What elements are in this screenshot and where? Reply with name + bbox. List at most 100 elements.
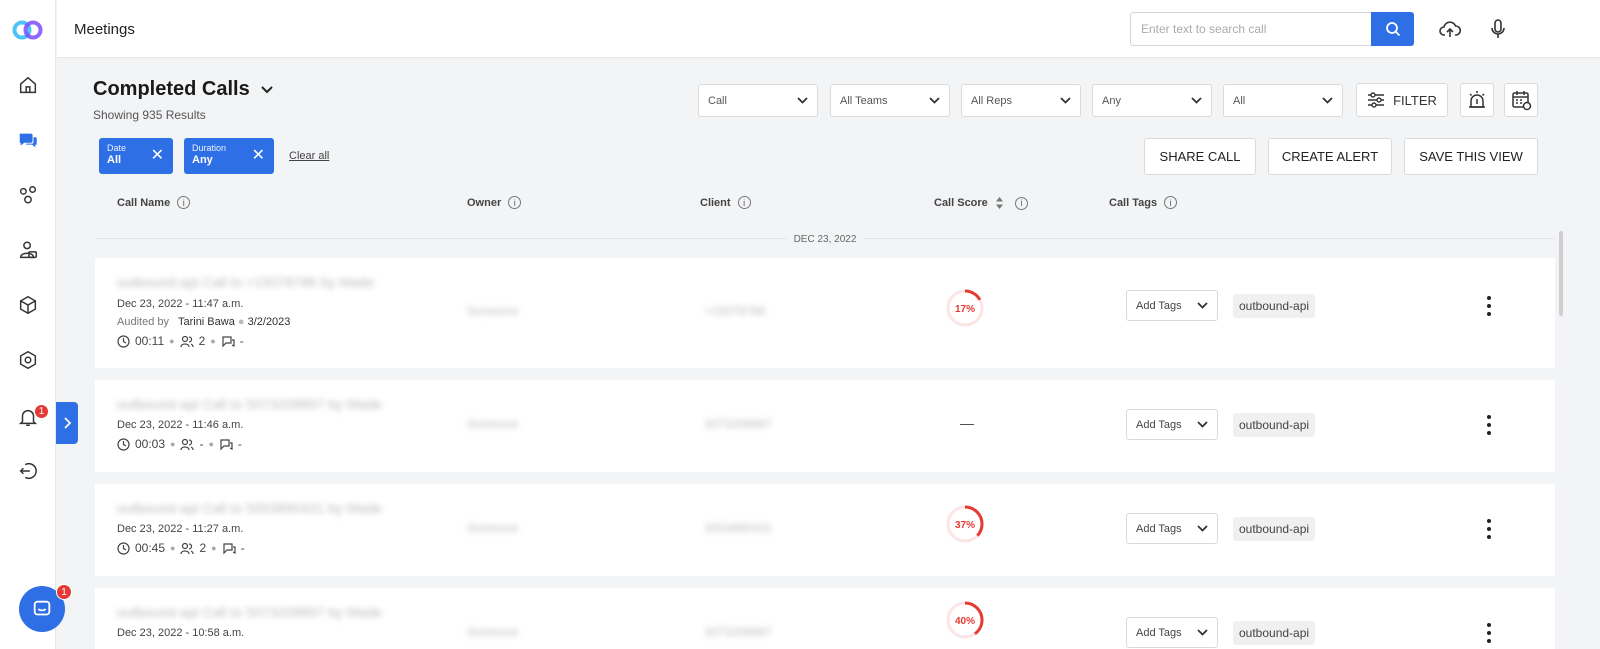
reps-dropdown[interactable]: All Reps (961, 84, 1081, 117)
chevron-down-icon (1197, 302, 1208, 309)
chevron-down-icon (1060, 97, 1071, 104)
clock-icon (117, 334, 130, 348)
info-icon[interactable]: i (177, 196, 191, 209)
info-icon[interactable]: i (1014, 196, 1028, 210)
audit-info: Audited by Tarini Bawa ● 3/2/2023 (117, 316, 291, 328)
page-title: Meetings (74, 21, 135, 38)
chevron-down-icon (260, 86, 273, 94)
logout-icon[interactable] (16, 459, 40, 483)
call-tag: outbound-api (1233, 413, 1316, 437)
chevron-down-icon (1197, 525, 1208, 532)
client-number: 5073208897 (705, 417, 772, 431)
users-icon[interactable] (16, 238, 40, 262)
duration-filter-chip[interactable]: Duration Any ✕ (184, 138, 274, 174)
column-owner: Owner i (467, 196, 522, 209)
meetings-chat-icon[interactable] (16, 128, 40, 152)
results-count: Showing 935 Results (93, 108, 206, 122)
comment-icon (220, 438, 233, 450)
call-name[interactable]: outbound-api Call to 5053890431 by Made (117, 500, 382, 516)
clear-all-link[interactable]: Clear all (289, 150, 329, 162)
call-tag: outbound-api (1233, 294, 1316, 318)
participants-icon (180, 438, 195, 450)
call-score-ring: 37% (946, 505, 984, 543)
call-type-dropdown[interactable]: Call (698, 84, 818, 117)
call-tag: outbound-api (1233, 517, 1316, 541)
svg-text:40%: 40% (955, 616, 975, 627)
call-date: Dec 23, 2022 - 11:47 a.m. (117, 298, 244, 310)
client-number: 5053890431 (705, 521, 772, 535)
table-row[interactable]: outbound-api Call to 5073208897 by Made … (95, 380, 1555, 472)
teams-dropdown[interactable]: All Teams (830, 84, 950, 117)
info-icon[interactable]: i (508, 196, 522, 209)
call-name[interactable]: outbound-api Call to +15078786 by Made (117, 274, 374, 290)
view-selector[interactable]: Completed Calls (93, 78, 274, 101)
chat-badge: 1 (56, 584, 72, 600)
more-options-icon[interactable] (1483, 415, 1495, 435)
date-group-label: DEC 23, 2022 (95, 234, 1555, 245)
info-icon[interactable]: i (737, 196, 751, 209)
add-tags-dropdown[interactable]: Add Tags (1126, 409, 1218, 440)
call-score-empty: — (960, 415, 974, 431)
date-filter-chip[interactable]: Date All ✕ (99, 138, 173, 174)
table-row[interactable]: outbound-api Call to +15078786 by Made D… (95, 258, 1555, 368)
home-icon[interactable] (16, 73, 40, 97)
save-view-button[interactable]: SAVE THIS VIEW (1404, 138, 1538, 175)
call-name[interactable]: outbound-api Call to 5073208897 by Made (117, 396, 382, 412)
add-tags-dropdown[interactable]: Add Tags (1126, 513, 1218, 544)
call-tag: outbound-api (1233, 621, 1316, 645)
owner-name: Someone (467, 417, 519, 431)
network-icon[interactable] (16, 183, 40, 207)
column-call-score[interactable]: Call Score i (934, 196, 1028, 210)
call-score-ring: 40% (946, 601, 984, 639)
table-row[interactable]: outbound-api Call to 5053890431 by Made … (95, 484, 1555, 576)
chevron-down-icon (1191, 97, 1202, 104)
chevron-down-icon (1197, 629, 1208, 636)
more-options-icon[interactable] (1483, 296, 1495, 316)
chevron-down-icon (797, 97, 808, 104)
column-call-tags: Call Tags i (1109, 196, 1178, 209)
call-name[interactable]: outbound-api Call to 5073208897 by Made (117, 604, 382, 620)
cube-icon[interactable] (16, 293, 40, 317)
sidebar-expand-button[interactable] (56, 402, 78, 444)
chevron-down-icon (1197, 421, 1208, 428)
microphone-icon[interactable] (1486, 17, 1510, 41)
participants-icon (180, 542, 195, 554)
calendar-schedule-icon[interactable] (1504, 83, 1538, 117)
all-dropdown[interactable]: All (1223, 84, 1343, 117)
share-call-button[interactable]: SHARE CALL (1144, 138, 1256, 175)
close-icon[interactable]: ✕ (151, 148, 164, 164)
notification-badge: 1 (34, 404, 49, 419)
call-meta: 00:11 ● 2 ● - (117, 334, 244, 348)
search-icon (1385, 22, 1400, 37)
scrollbar[interactable] (1559, 231, 1563, 316)
alarm-icon[interactable] (1460, 83, 1494, 117)
search-button[interactable] (1371, 12, 1414, 46)
add-tags-dropdown[interactable]: Add Tags (1126, 290, 1218, 321)
table-row[interactable]: outbound-api Call to 5073208897 by Made … (95, 588, 1555, 649)
comment-icon (222, 542, 236, 554)
sort-icon (995, 197, 1003, 209)
view-title: Completed Calls (93, 78, 250, 100)
create-alert-button[interactable]: CREATE ALERT (1268, 138, 1392, 175)
close-icon[interactable]: ✕ (252, 148, 265, 164)
svg-text:17%: 17% (955, 304, 975, 315)
chevron-down-icon (929, 97, 940, 104)
client-number: +15078786 (705, 304, 766, 318)
filter-button[interactable]: FILTER (1356, 83, 1448, 117)
participants-icon (179, 335, 194, 347)
more-options-icon[interactable] (1483, 519, 1495, 539)
any-dropdown[interactable]: Any (1092, 84, 1212, 117)
call-meta: 00:45 ● 2 ● - (117, 541, 245, 555)
owner-name: Someone (467, 625, 519, 639)
add-tags-dropdown[interactable]: Add Tags (1126, 617, 1218, 648)
chevron-down-icon (1322, 97, 1333, 104)
info-icon[interactable]: i (1164, 196, 1178, 209)
sliders-icon (1368, 92, 1385, 108)
cloud-upload-icon[interactable] (1438, 17, 1462, 41)
more-options-icon[interactable] (1483, 623, 1495, 643)
call-date: Dec 23, 2022 - 10:58 a.m. (117, 627, 245, 639)
search-input[interactable] (1131, 13, 1363, 45)
column-call-name: Call Name i (117, 196, 191, 209)
settings-hex-icon[interactable] (16, 348, 40, 372)
call-score-ring: 17% (946, 289, 984, 327)
